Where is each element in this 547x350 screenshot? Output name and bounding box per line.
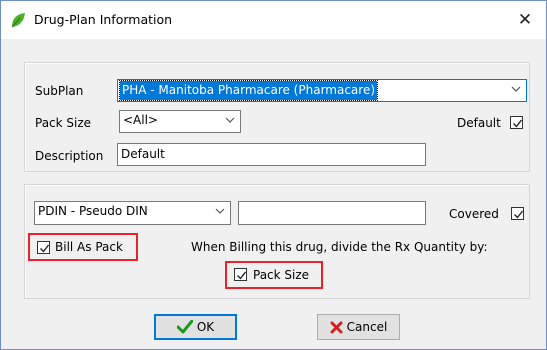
bill-as-pack-checkbox[interactable] bbox=[37, 241, 50, 254]
check-icon bbox=[176, 319, 194, 341]
close-icon: ✕ bbox=[517, 10, 533, 30]
default-label: Default bbox=[457, 116, 501, 130]
title-bar: Drug-Plan Information ✕ bbox=[1, 1, 546, 39]
dialog-window: Drug-Plan Information ✕ SubPlan PHA - Ma… bbox=[0, 0, 547, 350]
check-icon bbox=[40, 244, 50, 253]
pack-size-checkbox-label: Pack Size bbox=[253, 268, 310, 282]
window-title: Drug-Plan Information bbox=[34, 12, 173, 27]
description-label: Description bbox=[35, 149, 104, 163]
close-button[interactable]: ✕ bbox=[512, 7, 538, 33]
bill-as-pack-label: Bill As Pack bbox=[55, 240, 123, 254]
chevron-down-icon bbox=[215, 208, 225, 214]
subplan-label: SubPlan bbox=[35, 84, 84, 98]
covered-label: Covered bbox=[449, 207, 499, 221]
check-icon bbox=[513, 119, 523, 128]
chevron-down-icon bbox=[511, 86, 521, 92]
ok-label: OK bbox=[196, 320, 215, 334]
check-icon bbox=[237, 271, 247, 280]
pack-size-checkbox[interactable] bbox=[234, 268, 247, 281]
subplan-select[interactable]: PHA - Manitoba Pharmacare (Pharmacare) bbox=[117, 79, 527, 102]
cancel-x-icon bbox=[330, 318, 343, 342]
pack-size-label: Pack Size bbox=[35, 116, 92, 130]
description-input[interactable]: Default bbox=[117, 143, 426, 166]
subplan-value: PHA - Manitoba Pharmacare (Pharmacare) bbox=[118, 80, 379, 101]
check-icon bbox=[514, 210, 524, 219]
pack-size-value: <All> bbox=[123, 113, 158, 127]
cancel-button[interactable]: Cancel bbox=[317, 314, 400, 340]
code-type-select[interactable]: PDIN - Pseudo DIN bbox=[34, 201, 231, 225]
code-type-value: PDIN - Pseudo DIN bbox=[38, 204, 148, 218]
divide-instruction-text: When Billing this drug, divide the Rx Qu… bbox=[191, 240, 488, 254]
default-checkbox[interactable] bbox=[510, 116, 523, 129]
leaf-icon bbox=[10, 12, 26, 28]
code-input[interactable] bbox=[238, 201, 426, 225]
chevron-down-icon bbox=[225, 117, 235, 123]
covered-checkbox[interactable] bbox=[511, 207, 524, 220]
pack-size-select[interactable]: <All> bbox=[119, 110, 241, 133]
cancel-label: Cancel bbox=[346, 320, 388, 334]
ok-button[interactable]: OK bbox=[154, 314, 237, 340]
